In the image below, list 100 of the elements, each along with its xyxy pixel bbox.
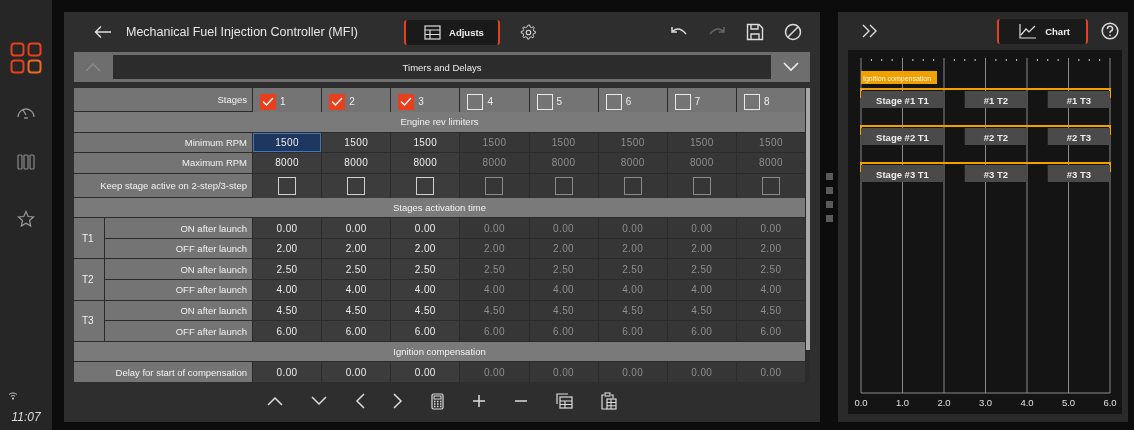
value-cell[interactable]: 0.00: [253, 362, 322, 382]
value-cell[interactable]: 4.50: [667, 300, 736, 321]
settings-icon[interactable]: [519, 23, 537, 41]
stage-checkbox[interactable]: [329, 93, 346, 110]
value-cell[interactable]: 4.50: [529, 300, 598, 321]
cell-checkbox[interactable]: [278, 177, 297, 196]
value-cell[interactable]: 6.00: [322, 321, 391, 341]
value-cell[interactable]: 2.00: [391, 238, 460, 259]
value-cell[interactable]: 2.50: [667, 259, 736, 280]
value-cell[interactable]: 0.00: [391, 362, 460, 382]
value-cell[interactable]: 0.00: [529, 218, 598, 238]
value-cell[interactable]: 0.00: [391, 218, 460, 238]
value-cell[interactable]: 1500: [460, 132, 529, 153]
chevron-right-icon[interactable]: [393, 393, 403, 409]
cell-checkbox[interactable]: [623, 177, 642, 196]
cell-checkbox[interactable]: [554, 177, 573, 196]
stage-checkbox[interactable]: [398, 93, 415, 110]
value-cell[interactable]: 8000: [322, 153, 391, 173]
value-cell[interactable]: 2.50: [322, 259, 391, 280]
value-cell[interactable]: 4.00: [598, 280, 667, 300]
value-cell[interactable]: 0.00: [322, 218, 391, 238]
value-cell[interactable]: 2.00: [253, 238, 322, 259]
value-cell[interactable]: 8000: [460, 153, 529, 173]
value-cell[interactable]: 1500: [529, 132, 598, 153]
cell-checkbox[interactable]: [485, 177, 504, 196]
value-cell[interactable]: 6.00: [253, 321, 322, 341]
value-cell[interactable]: 2.50: [253, 259, 322, 280]
value-cell[interactable]: 4.00: [460, 280, 529, 300]
columns-icon[interactable]: [17, 154, 35, 170]
value-cell[interactable]: 2.00: [667, 238, 736, 259]
scrollbar-thumb[interactable]: [806, 88, 810, 350]
value-cell[interactable]: 0.00: [598, 362, 667, 382]
value-cell[interactable]: 2.00: [460, 238, 529, 259]
stage-checkbox[interactable]: [260, 93, 276, 110]
value-cell[interactable]: 2.50: [460, 259, 529, 280]
value-cell[interactable]: 0.00: [253, 218, 322, 238]
value-cell[interactable]: 6.00: [598, 321, 667, 341]
value-cell[interactable]: 2.00: [529, 238, 598, 259]
value-cell[interactable]: 2.50: [391, 259, 460, 280]
cell-checkbox[interactable]: [347, 177, 366, 196]
value-cell[interactable]: 6.00: [529, 321, 598, 341]
value-cell[interactable]: 1500: [598, 132, 667, 153]
value-cell[interactable]: 4.50: [460, 300, 529, 321]
value-cell[interactable]: 4.50: [253, 300, 322, 321]
star-icon[interactable]: [17, 210, 35, 228]
back-arrow-icon[interactable]: [94, 25, 112, 39]
value-cell[interactable]: 0.00: [598, 218, 667, 238]
value-cell[interactable]: 4.00: [391, 280, 460, 300]
chevron-left-icon[interactable]: [355, 393, 365, 409]
value-cell[interactable]: 4.00: [667, 280, 736, 300]
cell-checkbox[interactable]: [692, 177, 711, 196]
value-cell[interactable]: 4.50: [736, 300, 805, 321]
paste-table-icon[interactable]: [601, 392, 617, 410]
value-cell[interactable]: 4.50: [322, 300, 391, 321]
chevron-up-icon[interactable]: [267, 396, 283, 406]
value-cell[interactable]: 2.00: [322, 238, 391, 259]
value-cell[interactable]: 8000: [736, 153, 805, 173]
value-cell[interactable]: 4.50: [391, 300, 460, 321]
value-cell[interactable]: 8000: [253, 153, 322, 173]
help-icon[interactable]: [1101, 22, 1119, 40]
value-cell[interactable]: 8000: [667, 153, 736, 173]
value-cell[interactable]: 4.50: [598, 300, 667, 321]
apps-grid-icon[interactable]: [10, 42, 42, 74]
value-cell[interactable]: 0.00: [667, 362, 736, 382]
value-cell[interactable]: 6.00: [391, 321, 460, 341]
value-cell[interactable]: 4.00: [529, 280, 598, 300]
value-cell[interactable]: 6.00: [460, 321, 529, 341]
chevron-down-icon[interactable]: [311, 396, 327, 406]
value-cell[interactable]: 8000: [529, 153, 598, 173]
calculator-icon[interactable]: [431, 392, 444, 410]
copy-table-icon[interactable]: [556, 393, 573, 409]
value-cell[interactable]: 8000: [598, 153, 667, 173]
value-cell[interactable]: 2.50: [736, 259, 805, 280]
value-cell[interactable]: 4.00: [253, 280, 322, 300]
value-cell[interactable]: 0.00: [460, 362, 529, 382]
value-cell[interactable]: 2.50: [598, 259, 667, 280]
value-cell[interactable]: 0.00: [322, 362, 391, 382]
value-cell[interactable]: 6.00: [736, 321, 805, 341]
value-cell[interactable]: 0.00: [460, 218, 529, 238]
value-cell[interactable]: 1500: [667, 132, 736, 153]
adjusts-tab[interactable]: Adjusts: [404, 19, 500, 45]
value-cell[interactable]: 1500: [391, 132, 460, 153]
value-cell[interactable]: 2.00: [736, 238, 805, 259]
splitter-handle[interactable]: [825, 172, 833, 222]
value-cell[interactable]: 8000: [391, 153, 460, 173]
value-cell[interactable]: 0.00: [667, 218, 736, 238]
value-cell[interactable]: 4.00: [322, 280, 391, 300]
value-cell[interactable]: 2.00: [598, 238, 667, 259]
value-cell[interactable]: 0.00: [529, 362, 598, 382]
save-icon[interactable]: [746, 23, 764, 41]
cell-checkbox[interactable]: [416, 177, 435, 196]
cancel-icon[interactable]: [784, 23, 802, 41]
value-cell[interactable]: 4.00: [736, 280, 805, 300]
value-cell[interactable]: 1500: [322, 132, 391, 153]
value-cell[interactable]: 2.50: [529, 259, 598, 280]
cell-checkbox[interactable]: [761, 177, 780, 196]
chart-tab[interactable]: Chart: [997, 18, 1088, 44]
value-cell[interactable]: 6.00: [667, 321, 736, 341]
plus-icon[interactable]: [472, 394, 486, 408]
value-cell[interactable]: 0.00: [736, 218, 805, 238]
